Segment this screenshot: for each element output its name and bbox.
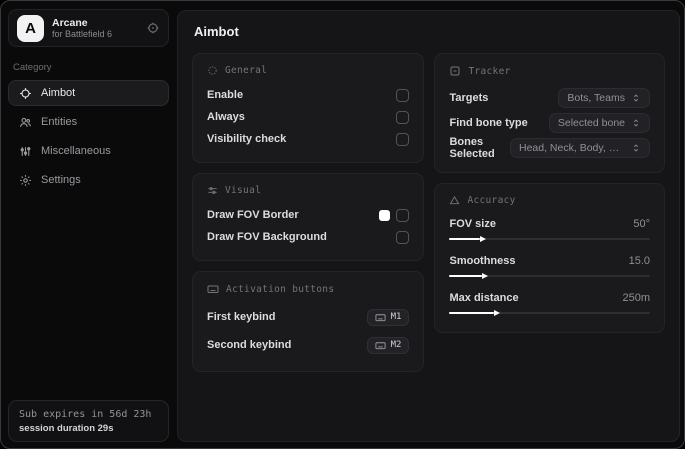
card-title: General [225, 65, 268, 76]
setting-label: Bones Selected [449, 135, 495, 160]
slider-fill [449, 272, 488, 279]
max-distance-value: 250m [622, 292, 650, 304]
sidebar-item-label: Aimbot [41, 87, 76, 99]
app-name: Arcane [52, 16, 88, 29]
general-card: General Enable Always Visibility check [192, 53, 425, 163]
minus-square-icon [449, 65, 461, 77]
setting-label: Find bone type [449, 116, 528, 129]
sidebar-item-settings[interactable]: Settings [8, 167, 169, 193]
fov-size-value: 50° [633, 218, 650, 230]
card-title: Activation buttons [226, 283, 335, 295]
setting-label: Smoothness [449, 255, 516, 267]
sidebar-item-aimbot[interactable]: Aimbot [8, 80, 169, 106]
setting-row: Draw FOV Background [207, 226, 410, 248]
slider-fill [449, 309, 500, 316]
bones-selected-dropdown[interactable]: Head, Neck, Body, Pe.. [510, 137, 650, 158]
chevrons-up-down-icon [631, 143, 641, 153]
second-keybind-button[interactable]: M2 [366, 336, 410, 354]
find-bone-type-dropdown[interactable]: Selected bone [548, 112, 650, 133]
setting-label: First keybind [207, 311, 276, 323]
targets-dropdown[interactable]: Bots, Teams [558, 87, 650, 108]
setting-label: Max distance [449, 292, 519, 304]
target-icon[interactable] [146, 21, 160, 35]
sliders-icon [19, 145, 32, 158]
setting-label: Always [207, 111, 245, 123]
keyboard-icon [375, 312, 386, 323]
setting-label: Enable [207, 89, 244, 101]
visual-card: Visual Draw FOV Border Draw FOV Backgrou… [192, 173, 425, 261]
setting-row: Always [207, 106, 410, 128]
enable-checkbox[interactable] [396, 88, 410, 102]
category-label: Category [13, 62, 52, 73]
tracker-card: Tracker Targets Bots, Teams Find bone ty… [434, 53, 665, 173]
chevrons-up-down-icon [631, 93, 641, 103]
sub-expires-text: Sub expires in 56d 23h [19, 409, 152, 420]
sidebar-item-label: Miscellaneous [41, 145, 111, 157]
dropdown-value: Bots, Teams [567, 91, 625, 104]
card-title: Visual [225, 185, 262, 196]
sidebar-header: A Arcane for Battlefield 6 [8, 9, 169, 47]
smoothness-value: 15.0 [628, 255, 650, 267]
setting-row: Bones Selected Head, Neck, Body, Pe.. [449, 135, 650, 160]
setting-label: Second keybind [207, 339, 292, 351]
keyboard-icon [207, 283, 219, 295]
always-checkbox[interactable] [396, 110, 410, 124]
fov-border-color-swatch[interactable] [379, 209, 391, 221]
tune-icon [207, 185, 218, 196]
setting-row: Find bone type Selected bone [449, 110, 650, 135]
slider-fill [449, 235, 486, 242]
dropdown-value: Selected bone [557, 116, 625, 129]
sidebar-item-miscellaneous[interactable]: Miscellaneous [8, 138, 169, 164]
setting-label: Visibility check [207, 133, 287, 145]
draw-fov-background-checkbox[interactable] [396, 230, 410, 244]
main-panel: Aimbot General Enable Always Visibility … [177, 10, 680, 442]
setting-row: First keybind M1 [207, 303, 410, 331]
setting-label: Draw FOV Background [207, 231, 327, 243]
app-subtitle: for Battlefield 6 [52, 28, 113, 39]
sidebar-item-entities[interactable]: Entities [8, 109, 169, 135]
sidebar: A Arcane for Battlefield 6 Category Aimb… [1, 1, 176, 448]
sidebar-item-label: Entities [41, 116, 78, 128]
accuracy-card: Accuracy FOV size 50° Smoothness 15.0 Ma… [434, 183, 665, 333]
sidebar-nav: Aimbot Entities Miscellaneous Settings [1, 80, 176, 193]
activation-buttons-card: Activation buttons First keybind M1 Seco… [192, 271, 425, 372]
keyboard-icon [375, 340, 386, 351]
page-title: Aimbot [194, 24, 239, 39]
setting-label: Draw FOV Border [207, 209, 299, 221]
dropdown-value: Head, Neck, Body, Pe.. [519, 141, 625, 154]
app-logo: A [17, 14, 44, 42]
keybind-value: M2 [390, 340, 402, 350]
smoothness-slider[interactable] [449, 271, 650, 281]
card-title: Accuracy [467, 195, 516, 206]
first-keybind-button[interactable]: M1 [366, 308, 410, 326]
users-icon [19, 116, 32, 129]
sidebar-item-label: Settings [41, 174, 81, 186]
setting-row: Smoothness 15.0 [449, 251, 650, 281]
draw-fov-border-checkbox[interactable] [396, 208, 410, 222]
crosshair-icon [207, 65, 218, 76]
triangle-icon [449, 195, 460, 206]
setting-label: Targets [449, 91, 489, 104]
setting-row: Enable [207, 84, 410, 106]
session-duration-text: session duration 29s [19, 423, 114, 434]
app-window: A Arcane for Battlefield 6 Category Aimb… [0, 0, 685, 449]
setting-row: FOV size 50° [449, 214, 650, 244]
visibility-check-checkbox[interactable] [396, 132, 410, 146]
card-title: Tracker [468, 65, 511, 77]
setting-row: Max distance 250m [449, 288, 650, 318]
subscription-info: Sub expires in 56d 23h session duration … [8, 400, 169, 442]
crosshair-icon [19, 87, 32, 100]
app-titles: Arcane for Battlefield 6 [52, 17, 138, 39]
setting-row: Second keybind M2 [207, 331, 410, 359]
setting-label: FOV size [449, 218, 496, 230]
gear-icon [19, 174, 32, 187]
keybind-value: M1 [390, 312, 402, 322]
setting-row: Draw FOV Border [207, 204, 410, 226]
setting-row: Targets Bots, Teams [449, 85, 650, 110]
chevrons-up-down-icon [631, 118, 641, 128]
max-distance-slider[interactable] [449, 308, 650, 318]
fov-size-slider[interactable] [449, 234, 650, 244]
setting-row: Visibility check [207, 128, 410, 150]
